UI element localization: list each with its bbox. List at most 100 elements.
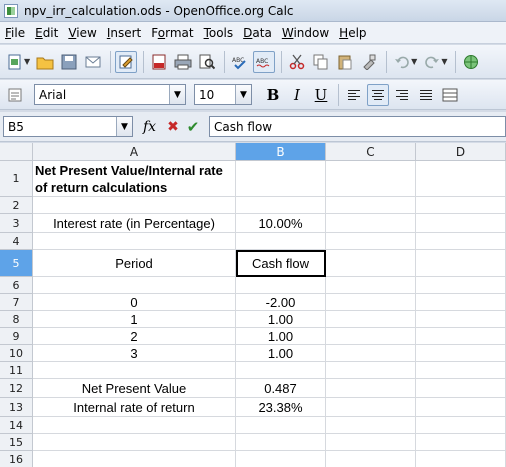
- cell-c4[interactable]: [326, 233, 416, 250]
- new-document-icon[interactable]: [4, 51, 26, 73]
- name-box[interactable]: B5 ▼: [3, 116, 133, 137]
- cell-c5[interactable]: [326, 250, 416, 277]
- row-header-16[interactable]: 16: [0, 451, 33, 467]
- open-folder-icon[interactable]: [34, 51, 56, 73]
- font-size-combo[interactable]: 10 ▼: [194, 84, 252, 105]
- cell-a16[interactable]: [33, 451, 236, 467]
- merge-cells-button[interactable]: [439, 84, 461, 106]
- cell-c11[interactable]: [326, 362, 416, 379]
- cell-b15[interactable]: [236, 434, 326, 451]
- function-wizard-icon[interactable]: fx: [143, 119, 163, 135]
- underline-button[interactable]: U: [310, 84, 332, 106]
- cell-b3[interactable]: 10.00%: [236, 214, 326, 233]
- cell-c7[interactable]: [326, 294, 416, 311]
- row-header-12[interactable]: 12: [0, 379, 33, 398]
- cell-c2[interactable]: [326, 197, 416, 214]
- cell-d7[interactable]: [416, 294, 506, 311]
- cell-c12[interactable]: [326, 379, 416, 398]
- cell-d14[interactable]: [416, 417, 506, 434]
- paste-icon[interactable]: [334, 51, 356, 73]
- copy-icon[interactable]: [310, 51, 332, 73]
- cell-d4[interactable]: [416, 233, 506, 250]
- export-pdf-icon[interactable]: [148, 51, 170, 73]
- cell-a2[interactable]: [33, 197, 236, 214]
- accept-icon[interactable]: ✔: [183, 118, 203, 136]
- row-header-2[interactable]: 2: [0, 197, 33, 214]
- cell-b11[interactable]: [236, 362, 326, 379]
- cell-d12[interactable]: [416, 379, 506, 398]
- hyperlink-icon[interactable]: [460, 51, 482, 73]
- menu-insert[interactable]: Insert: [102, 26, 146, 40]
- row-header-14[interactable]: 14: [0, 417, 33, 434]
- align-right-button[interactable]: [391, 84, 413, 106]
- redo-icon[interactable]: [421, 51, 443, 73]
- cell-b12[interactable]: 0.487: [236, 379, 326, 398]
- cell-b5[interactable]: Cash flow: [236, 250, 326, 277]
- cell-a1[interactable]: Net Present Value/Internal rate of retur…: [33, 161, 236, 197]
- row-header-5[interactable]: 5: [0, 250, 33, 277]
- cell-b9[interactable]: 1.00: [236, 328, 326, 345]
- cell-a13[interactable]: Internal rate of return: [33, 398, 236, 417]
- cell-d15[interactable]: [416, 434, 506, 451]
- cell-c3[interactable]: [326, 214, 416, 233]
- cell-a6[interactable]: [33, 277, 236, 294]
- menu-help[interactable]: Help: [334, 26, 371, 40]
- cell-c10[interactable]: [326, 345, 416, 362]
- cell-d11[interactable]: [416, 362, 506, 379]
- formula-input[interactable]: Cash flow: [209, 116, 506, 137]
- cell-b6[interactable]: [236, 277, 326, 294]
- justify-button[interactable]: [415, 84, 437, 106]
- cell-c8[interactable]: [326, 311, 416, 328]
- cell-b16[interactable]: [236, 451, 326, 467]
- email-icon[interactable]: [82, 51, 104, 73]
- undo-dropdown-icon[interactable]: ▼: [411, 57, 417, 66]
- new-dropdown-icon[interactable]: ▼: [24, 57, 30, 66]
- print-icon[interactable]: [172, 51, 194, 73]
- cell-c13[interactable]: [326, 398, 416, 417]
- cell-d10[interactable]: [416, 345, 506, 362]
- row-header-1[interactable]: 1: [0, 161, 33, 197]
- cell-c14[interactable]: [326, 417, 416, 434]
- redo-dropdown-icon[interactable]: ▼: [441, 57, 447, 66]
- italic-button[interactable]: I: [286, 84, 308, 106]
- row-header-3[interactable]: 3: [0, 214, 33, 233]
- cell-a8[interactable]: 1: [33, 311, 236, 328]
- cancel-icon[interactable]: ✖: [163, 119, 183, 135]
- cell-b7[interactable]: -2.00: [236, 294, 326, 311]
- cell-b2[interactable]: [236, 197, 326, 214]
- menu-tools[interactable]: Tools: [199, 26, 239, 40]
- undo-icon[interactable]: [391, 51, 413, 73]
- menu-edit[interactable]: Edit: [30, 26, 63, 40]
- cell-d13[interactable]: [416, 398, 506, 417]
- cell-d6[interactable]: [416, 277, 506, 294]
- cell-d5[interactable]: [416, 250, 506, 277]
- clone-formatting-icon[interactable]: [358, 51, 380, 73]
- cell-b8[interactable]: 1.00: [236, 311, 326, 328]
- cell-a7[interactable]: 0: [33, 294, 236, 311]
- chevron-down-icon[interactable]: ▼: [116, 117, 132, 136]
- menu-window[interactable]: Window: [277, 26, 334, 40]
- cell-b13[interactable]: 23.38%: [236, 398, 326, 417]
- bold-button[interactable]: B: [262, 84, 284, 106]
- cell-d1[interactable]: [416, 161, 506, 197]
- styles-formatting-icon[interactable]: [4, 84, 26, 106]
- column-header-c[interactable]: C: [326, 143, 416, 161]
- cell-d8[interactable]: [416, 311, 506, 328]
- cell-d9[interactable]: [416, 328, 506, 345]
- cell-d16[interactable]: [416, 451, 506, 467]
- menu-view[interactable]: View: [63, 26, 101, 40]
- row-header-6[interactable]: 6: [0, 277, 33, 294]
- page-preview-icon[interactable]: [196, 51, 218, 73]
- save-icon[interactable]: [58, 51, 80, 73]
- cell-c15[interactable]: [326, 434, 416, 451]
- cell-c1[interactable]: [326, 161, 416, 197]
- cell-a3[interactable]: Interest rate (in Percentage): [33, 214, 236, 233]
- cell-d3[interactable]: [416, 214, 506, 233]
- cell-a12[interactable]: Net Present Value: [33, 379, 236, 398]
- cell-c9[interactable]: [326, 328, 416, 345]
- cell-a14[interactable]: [33, 417, 236, 434]
- cell-a9[interactable]: 2: [33, 328, 236, 345]
- spellcheck-icon[interactable]: ABC: [229, 51, 251, 73]
- cell-d2[interactable]: [416, 197, 506, 214]
- cell-b4[interactable]: [236, 233, 326, 250]
